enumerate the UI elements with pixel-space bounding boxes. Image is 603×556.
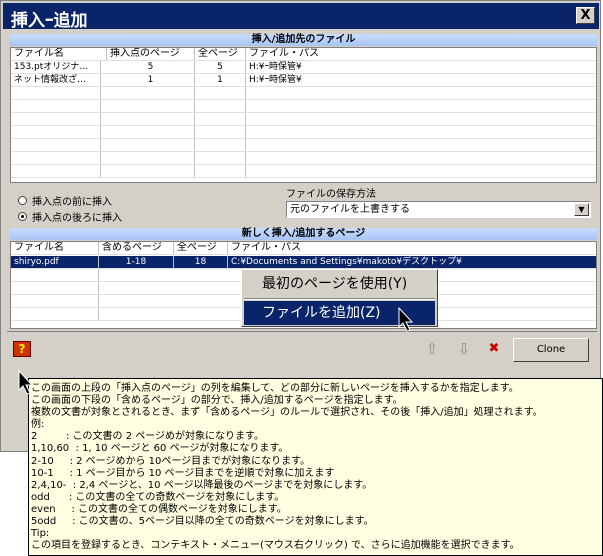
tooltip-line: even : この文書の全ての偶数ページを対象にします。 [31,503,287,515]
tooltip-line: 2-10 : 2 ページめから 10ページ目までが対象になります。 [31,455,311,467]
grid-header-row: ファイル名 挿入点のページ 全ページ ファイル・パス [11,48,596,61]
mouse-cursor-icon [18,370,34,395]
column-header-include-pages[interactable]: 含めるページ [99,242,174,254]
save-method-label: ファイルの保存方法 [286,189,376,200]
clone-button[interactable]: Clone [513,338,589,362]
column-header-insert-page[interactable]: 挿入点のページ [107,48,195,60]
tooltip-line: 2,4,10- : 2,4 ページと、10 ページ以降最後のページまでを対象にし… [31,479,373,491]
column-header-total-pages[interactable]: 全ページ [174,242,228,254]
radio-label: 挿入点の後ろに挿入 [32,213,122,224]
move-up-icon[interactable]: ⇧ [423,341,441,357]
save-method-value: 元のファイルを上書きする [290,204,410,215]
radio-button-icon[interactable] [18,212,27,221]
cell-file-path: H:¥ｰ時保管¥ [249,62,302,72]
dropdown-arrow-icon[interactable]: ▼ [574,203,589,216]
cell-total-pages: 5 [195,61,246,73]
cell-total-pages: 18 [174,256,228,268]
table-row[interactable]: shiryo.pdf 1-18 18 C:¥Documents and Sett… [11,256,596,269]
cell-insert-page[interactable]: 1 [107,74,195,86]
cell-file-path: H:¥ｰ時保管¥ [249,75,302,85]
tooltip-line: 2 : この文書の 2 ページめが対象になります。 [31,431,265,443]
menu-item-use-first-page[interactable]: 最初のページを使用(Y) [244,272,435,296]
tooltip-line: 例: [31,419,45,431]
column-header-total-pages[interactable]: 全ページ [195,48,246,60]
cell-file-path: C:¥Documents and Settings¥makoto¥デスクトップ¥ [231,257,462,267]
target-file-grid[interactable]: ファイル名 挿入点のページ 全ページ ファイル・パス 153.ptオリジナ… 5… [10,47,597,183]
radio-label: 挿入点の前に挿入 [32,197,112,208]
mouse-cursor-icon [398,307,414,332]
column-header-file-path[interactable]: ファイル・パス [246,48,596,60]
delete-icon[interactable]: ✖ [485,341,503,357]
column-header-filename[interactable]: ファイル名 [11,242,99,254]
tooltip-line: この画面の上段の「挿入点のページ」の列を編集して、どの部分に新しいページを挿入す… [31,383,519,394]
cell-include-pages[interactable]: 1-18 [99,256,174,268]
radio-insert-before[interactable]: 挿入点の前に挿入 [18,193,112,208]
help-tooltip: この画面の上段の「挿入点のページ」の列を編集して、どの部分に新しいページを挿入す… [28,378,603,556]
grid-header-row: ファイル名 含めるページ 全ページ ファイル・パス [11,242,596,255]
tooltip-line: この画面の下段の「含めるページ」の部分で、挿入/追加するページを指定します。 [31,395,403,407]
top-section-header: 挿入/追加先のファイル [10,34,597,46]
tooltip-line: 1,10,60 : 1, 10 ページと 60 ページが対象になります。 [31,443,289,455]
cell-total-pages: 1 [195,74,246,86]
tooltip-line: 10-1 : 1 ページ目から 10 ページ目までを逆順で対象に加えます [31,467,335,479]
cell-filename: shiryo.pdf [11,256,99,268]
cell-filename: 153.ptオリジナ… [11,61,101,73]
tooltip-line: 複数の文書が対象とされるとき、まず「含めるページ」のルールで選択され、その後「挿… [31,407,543,419]
cell-filename: ネット情報改ざ… [11,74,101,86]
cell-insert-page[interactable]: 5 [107,61,195,73]
tooltip-line: この項目を登録するとき、コンテキスト・メニュー(マウス右クリック) で、さらに追… [31,540,520,552]
column-header-filename[interactable]: ファイル名 [11,48,107,60]
table-row[interactable]: 153.ptオリジナ… 5 5 H:¥ｰ時保管¥ [11,61,596,74]
help-icon[interactable]: ? [13,341,31,357]
tooltip-line: odd : この文書の全ての奇数ページを対象にします。 [31,491,285,503]
column-header-file-path[interactable]: ファイル・パス [228,242,596,254]
save-method-select[interactable]: 元のファイルを上書きする ▼ [286,201,591,218]
radio-insert-after[interactable]: 挿入点の後ろに挿入 [18,209,122,224]
bottom-toolbar [7,331,597,368]
window-title: 挿入ｰ追加 [11,11,88,31]
title-bar[interactable]: 挿入ｰ追加 X [3,3,599,31]
close-button[interactable]: X [576,7,595,24]
table-row[interactable]: ネット情報改ざ… 1 1 H:¥ｰ時保管¥ [11,74,596,87]
menu-separator [244,298,435,300]
tooltip-line: Tip: [31,528,50,540]
move-down-icon[interactable]: ⇩ [455,341,473,357]
bottom-section-header: 新しく挿入/追加するページ [10,228,597,240]
tooltip-line: 5odd : この文書の、5ページ目以降の全ての奇数ページを対象にします。 [31,516,374,528]
radio-button-icon[interactable] [18,196,27,205]
